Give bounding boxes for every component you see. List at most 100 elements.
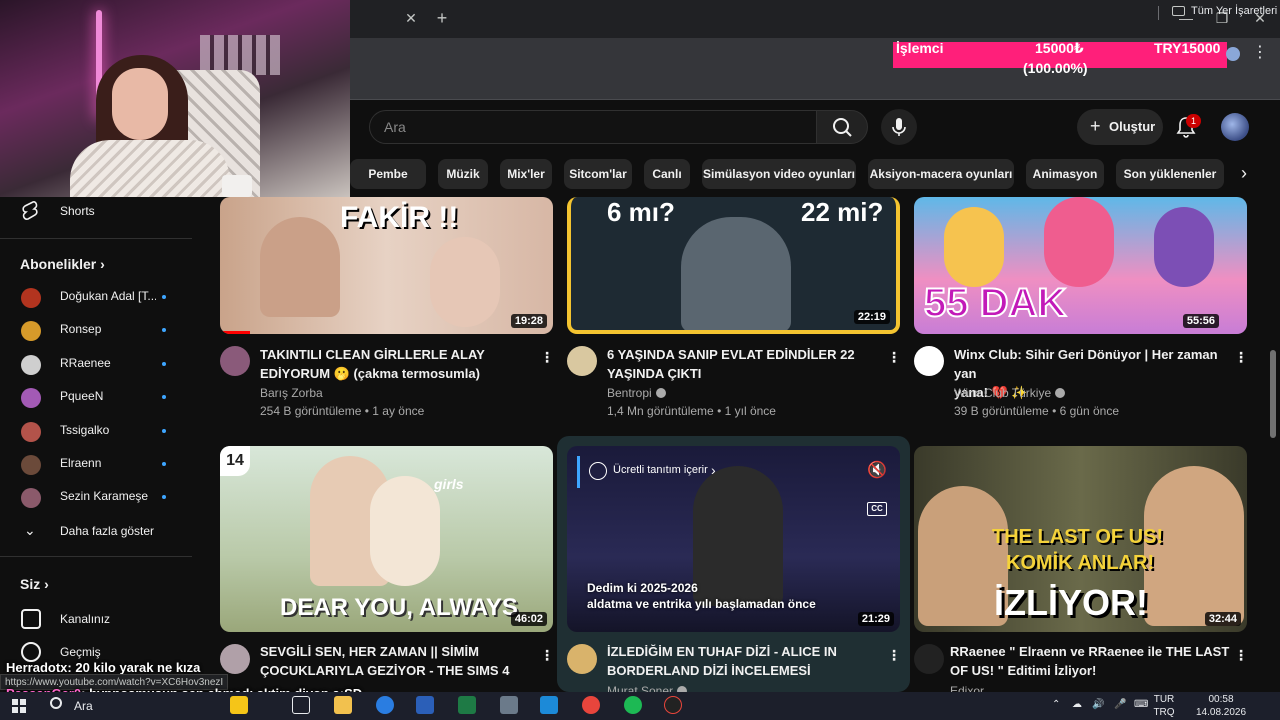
sidebar-subscription-item[interactable]: RRaenee: [0, 347, 192, 381]
thumbnail-text: DEAR YOU, ALWAYS: [280, 594, 518, 621]
excel-icon[interactable]: [458, 696, 476, 714]
category-chip[interactable]: Sitcom'lar: [564, 159, 632, 189]
obs-icon[interactable]: [664, 696, 682, 714]
channel-avatar[interactable]: [220, 346, 250, 376]
channel-avatar[interactable]: [567, 346, 597, 376]
sidebar-subscription-item[interactable]: Sezin Karameşe: [0, 480, 192, 514]
subscriptions-heading[interactable]: Abonelikler ›: [20, 256, 105, 272]
windows-start-icon[interactable]: [12, 699, 26, 713]
category-chip[interactable]: Pembe diziler: [350, 159, 426, 211]
you-heading[interactable]: Siz ›: [20, 576, 49, 592]
taskbar-search[interactable]: Ara: [74, 699, 93, 713]
input-language[interactable]: TUR TRQ: [1152, 693, 1176, 719]
sidebar-subscription-item[interactable]: Ronsep: [0, 313, 192, 347]
subscriptions-heading-label: Abonelikler: [20, 256, 97, 272]
clock[interactable]: 00:58 14.08.2026: [1196, 693, 1246, 719]
video-title[interactable]: İZLEDİĞİM EN TUHAF DİZİ - ALICE IN BORDER…: [607, 642, 895, 680]
sidebar-subscription-item[interactable]: Tssigalko: [0, 414, 192, 448]
network-icon[interactable]: ⌨: [1134, 699, 1148, 710]
tray-chevron-icon[interactable]: ⌃: [1052, 699, 1060, 710]
folder-icon: [1172, 6, 1185, 16]
video-more-icon[interactable]: ⋮: [887, 646, 901, 664]
sidebar-subscription-item[interactable]: Elraenn: [0, 447, 192, 481]
category-chip[interactable]: Canlı: [644, 159, 690, 189]
video-more-icon[interactable]: ⋮: [540, 646, 554, 664]
chevron-right-icon: ›: [44, 576, 49, 592]
video-thumbnail[interactable]: 6 mı? 22 mi? 22:19: [567, 197, 900, 334]
new-tab-icon[interactable]: +: [432, 8, 452, 28]
channel-avatar[interactable]: [914, 644, 944, 674]
closed-captions-icon[interactable]: CC: [867, 502, 887, 516]
channel-avatar[interactable]: [220, 644, 250, 674]
chevron-down-icon: ⌄: [24, 522, 36, 538]
microphone-icon: [892, 118, 906, 136]
category-chip[interactable]: Aksiyon-macera oyunları: [868, 159, 1014, 189]
channel-avatar[interactable]: [567, 644, 597, 674]
chevron-right-icon: ›: [100, 256, 105, 272]
video-more-icon[interactable]: ⋮: [1234, 646, 1248, 664]
category-chip[interactable]: Animasyon: [1026, 159, 1104, 189]
video-thumbnail[interactable]: 55 DAK 55:56: [914, 197, 1247, 334]
account-avatar[interactable]: [1221, 113, 1249, 141]
video-more-icon[interactable]: ⋮: [540, 348, 554, 366]
extension-icon[interactable]: [1226, 47, 1240, 61]
new-content-dot: [162, 462, 166, 466]
video-thumbnail[interactable]: THE LAST OF US! KOMİK ANLAR! İZLİYOR! 32…: [914, 446, 1247, 632]
verified-icon: [1055, 388, 1066, 398]
channel-name[interactable]: Bentropi: [607, 386, 666, 400]
browser-menu-icon[interactable]: ⋮: [1252, 44, 1268, 62]
new-content-dot: [162, 328, 166, 333]
file-explorer-icon[interactable]: [334, 696, 352, 714]
sidebar-subscription-item[interactable]: PqueeN: [0, 380, 192, 414]
voice-search-button[interactable]: [881, 109, 917, 145]
video-title[interactable]: RRaenee " Elraenn ve RRaenee ile THE LAS…: [950, 642, 1238, 680]
store-icon[interactable]: [540, 696, 558, 714]
all-bookmarks-folder[interactable]: Tüm Yer İşaretleri: [1172, 5, 1277, 17]
search-button[interactable]: [816, 110, 868, 144]
spotify-icon[interactable]: [624, 696, 642, 714]
new-content-dot: [162, 361, 166, 366]
video-more-icon[interactable]: ⋮: [887, 348, 901, 366]
scrollbar-thumb[interactable]: [1270, 350, 1276, 438]
sidebar-item-history[interactable]: Geçmiş: [60, 645, 101, 659]
video-preview-player[interactable]: Ücretli tanıtım içerir › 🔇 CC Dedim ki 2…: [567, 446, 900, 632]
tab-close-icon[interactable]: ✕: [403, 10, 419, 26]
sidebar-item-shorts[interactable]: Shorts: [60, 204, 95, 218]
thumbnail-text: THE LAST OF US!: [992, 526, 1164, 548]
chips-next-arrow-icon[interactable]: ›: [1230, 159, 1258, 189]
sidebar-subscription-item[interactable]: Doğukan Adal [T...: [0, 280, 192, 314]
tray-icon[interactable]: ☁: [1072, 699, 1082, 710]
video-more-icon[interactable]: ⋮: [1234, 348, 1248, 366]
copilot-icon[interactable]: [230, 696, 248, 714]
promo-label[interactable]: Ücretli tanıtım içerir: [613, 464, 708, 476]
microphone-tray-icon[interactable]: 🎤: [1114, 699, 1126, 710]
volume-icon[interactable]: 🔊: [1092, 699, 1104, 710]
video-thumbnail[interactable]: FAKİR !! 19:28: [220, 197, 553, 334]
mute-icon[interactable]: 🔇: [867, 460, 887, 480]
category-chip[interactable]: Mix'ler: [500, 159, 552, 189]
video-thumbnail[interactable]: 14 girls DEAR YOU, ALWAYS 46:02: [220, 446, 553, 632]
video-title[interactable]: 6 YAŞINDA SANIP EVLAT EDİNDİLER 22 YAŞIND…: [607, 345, 895, 383]
show-more-button[interactable]: Daha fazla göster: [60, 524, 154, 538]
thumbnail-person: [681, 217, 791, 330]
video-title[interactable]: SEVGİLİ SEN, HER ZAMAN || SİMİM ÇOCUKLARI…: [260, 642, 548, 680]
edge-icon[interactable]: [376, 696, 394, 714]
channel-avatar[interactable]: [914, 346, 944, 376]
subscription-name: Ronsep: [60, 322, 102, 337]
task-view-icon[interactable]: [292, 696, 310, 714]
category-chip[interactable]: Simülasyon video oyunları: [702, 159, 856, 189]
page-scrollbar[interactable]: [1268, 198, 1276, 686]
new-content-dot: [162, 428, 166, 433]
channel-name[interactable]: Winx Club Türkiye: [954, 386, 1066, 400]
sidebar-item-your-channel[interactable]: Kanalınız: [60, 612, 110, 626]
category-chip[interactable]: Müzik: [438, 159, 488, 189]
calculator-icon[interactable]: [500, 696, 518, 714]
word-icon[interactable]: [416, 696, 434, 714]
search-input[interactable]: Ara: [369, 110, 816, 144]
channel-name[interactable]: Barış Zorba: [260, 386, 323, 400]
upload-age: 6 gün önce: [1059, 404, 1119, 418]
category-chip[interactable]: Son yüklenenler: [1116, 159, 1224, 189]
chrome-icon[interactable]: [582, 696, 600, 714]
video-title[interactable]: TAKINTILI CLEAN GİRLLERLE ALAY EDİYORUM 🫢…: [260, 345, 548, 383]
price-widget-label: İşlemci: [896, 40, 944, 56]
